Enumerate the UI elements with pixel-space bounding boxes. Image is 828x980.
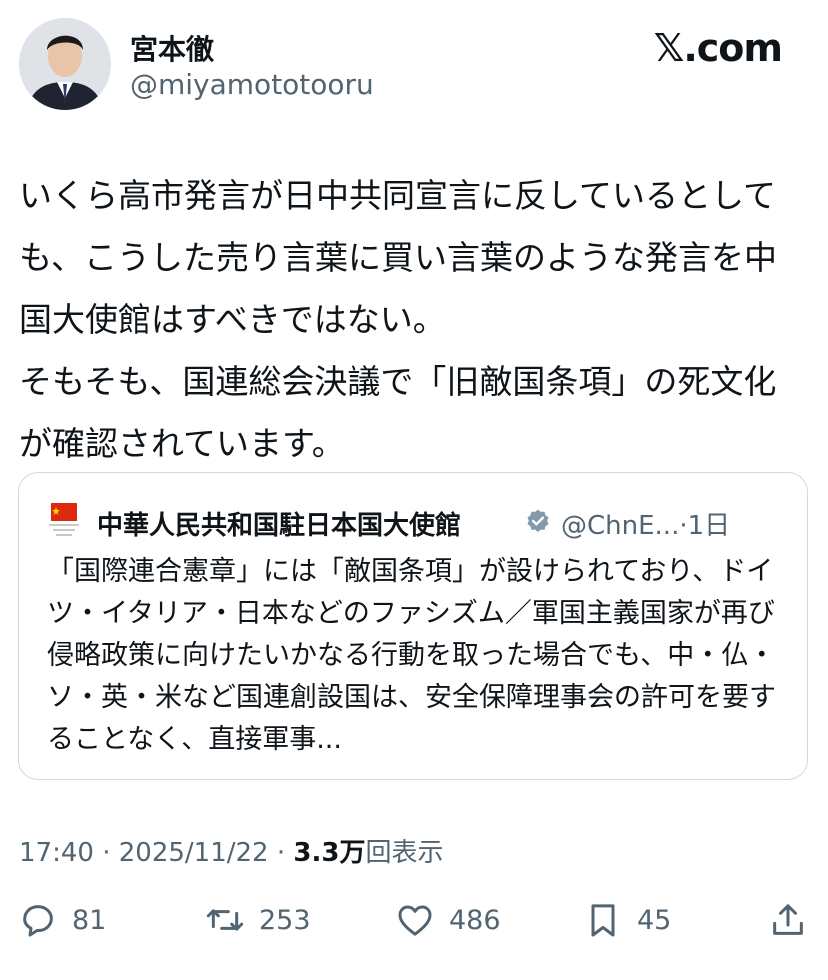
- like-count: 486: [449, 904, 501, 936]
- action-bar: 81 253 486 45: [0, 890, 828, 950]
- quote-author-name[interactable]: 中華人民共和国駐日本国大使館: [97, 505, 461, 542]
- author-avatar[interactable]: [19, 18, 111, 110]
- reply-button[interactable]: 81: [18, 890, 106, 950]
- quote-author-handle-time[interactable]: @ChnE...·1日: [561, 505, 730, 542]
- post-meta: 17:40 · 2025/11/22 · 3.3万回表示: [19, 832, 443, 869]
- meta-separator: ·: [93, 838, 119, 868]
- share-icon: [773, 904, 803, 935]
- repost-count: 253: [259, 904, 311, 936]
- reply-icon: [23, 905, 53, 937]
- like-button[interactable]: 486: [395, 890, 501, 950]
- like-icon: [398, 905, 432, 936]
- quote-time: ·1日: [679, 511, 731, 541]
- post-date[interactable]: 2025/11/22: [119, 838, 269, 868]
- view-count: 3.3万: [293, 838, 366, 868]
- quote-author-handle[interactable]: @ChnE...: [561, 511, 679, 541]
- author-name[interactable]: 宮本徹: [130, 28, 214, 68]
- bookmark-button[interactable]: 45: [583, 890, 671, 950]
- bookmark-icon: [591, 904, 615, 937]
- verified-badge-icon: [527, 509, 549, 532]
- x-com-brand: 𝕏.com: [653, 26, 783, 70]
- quoted-post[interactable]: 中華人民共和国駐日本国大使館 @ChnE...·1日 「国際連合憲章」には「敵国…: [18, 472, 808, 780]
- reply-count: 81: [72, 904, 107, 936]
- bookmark-count: 45: [637, 904, 672, 936]
- repost-button[interactable]: 253: [205, 890, 311, 950]
- view-label: 回表示: [365, 838, 444, 868]
- meta-separator: ·: [268, 838, 294, 868]
- post-text: いくら高市発言が日中共同宣言に反しているとしても、こうした売り言葉に買い言葉のよ…: [19, 176, 778, 463]
- quote-text: 「国際連合憲章」には「敵国条項」が設けられており、ドイツ・イタリア・日本などのフ…: [47, 556, 776, 755]
- repost-icon: [206, 909, 244, 931]
- china-flag-icon: [49, 503, 79, 536]
- share-button[interactable]: [768, 890, 808, 950]
- avatar-photo: [19, 18, 111, 110]
- author-handle[interactable]: @miyamototooru: [130, 68, 374, 101]
- post-time[interactable]: 17:40: [19, 838, 94, 868]
